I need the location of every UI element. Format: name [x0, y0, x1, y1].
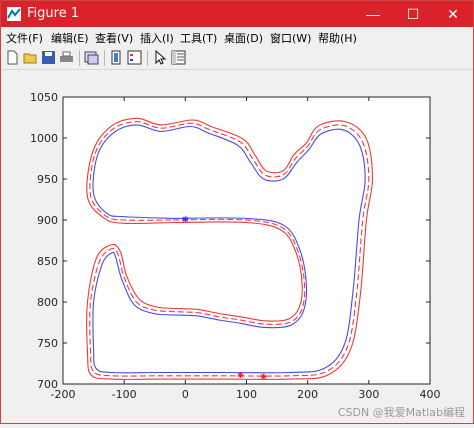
star-marker: [260, 373, 267, 380]
toolbar-separator: [79, 50, 80, 66]
x-tick-label: 0: [182, 388, 189, 401]
menu-window[interactable]: 窗口(W): [270, 30, 311, 46]
menu-desktop[interactable]: 桌面(D): [224, 30, 263, 46]
window-title: Figure 1: [27, 6, 80, 21]
star-marker: [237, 371, 244, 378]
y-tick-label: 1000: [30, 132, 58, 145]
x-tick-label: 100: [236, 388, 257, 401]
y-tick-label: 700: [37, 378, 58, 391]
print-icon[interactable]: [59, 50, 74, 65]
y-tick-label: 800: [37, 296, 58, 309]
plot-area[interactable]: -200 -100 0 100 200 300 4007007508008509009501…: [1, 70, 473, 423]
property-inspector-icon[interactable]: [171, 50, 186, 65]
title-bar: Figure 1 — ☐ ✕: [1, 1, 473, 27]
x-tick-label: 300: [358, 388, 379, 401]
menu-bar: 文件(F) 编辑(E) 查看(V) 插入(I) 工具(T) 桌面(D) 窗口(W…: [1, 27, 473, 47]
x-tick-label: -100: [112, 388, 137, 401]
y-tick-label: 900: [37, 214, 58, 227]
x-tick-label: 400: [420, 388, 441, 401]
menu-edit[interactable]: 编辑(E): [51, 30, 89, 46]
y-tick-label: 1050: [30, 91, 58, 104]
menu-help[interactable]: 帮助(H): [318, 30, 357, 46]
close-button[interactable]: ✕: [433, 1, 473, 27]
insert-colorbar-icon[interactable]: [109, 50, 124, 65]
toolbar-separator: [147, 50, 148, 66]
maximize-button[interactable]: ☐: [393, 1, 433, 27]
matlab-logo-icon: [7, 7, 21, 21]
save-icon[interactable]: [41, 50, 56, 65]
open-file-icon[interactable]: [23, 50, 38, 65]
menu-insert[interactable]: 插入(I): [140, 30, 174, 46]
menu-tools[interactable]: 工具(T): [180, 30, 217, 46]
y-tick-label: 850: [37, 255, 58, 268]
insert-legend-icon[interactable]: [127, 50, 142, 65]
minimize-button[interactable]: —: [353, 1, 393, 27]
new-figure-icon[interactable]: [5, 50, 20, 65]
y-tick-label: 750: [37, 337, 58, 350]
menu-view[interactable]: 查看(V): [95, 30, 133, 46]
y-tick-label: 950: [37, 173, 58, 186]
axes-background: [62, 96, 431, 385]
menu-file[interactable]: 文件(F): [6, 30, 43, 46]
figure-window: Figure 1 — ☐ ✕ 文件(F) 编辑(E) 查看(V) 插入(I) 工…: [0, 0, 474, 424]
watermark: CSDN @我爱Matlab编程: [337, 406, 465, 419]
toolbar: [1, 47, 473, 70]
star-marker: [182, 216, 189, 223]
link-plot-icon[interactable]: [84, 50, 99, 65]
figure-canvas: -200 -100 0 100 200 300 400 700 750 800 850 900 950 1…: [1, 70, 473, 423]
x-tick-label: 200: [297, 388, 318, 401]
toolbar-separator: [104, 50, 105, 66]
edit-plot-arrow-icon[interactable]: [152, 50, 167, 65]
